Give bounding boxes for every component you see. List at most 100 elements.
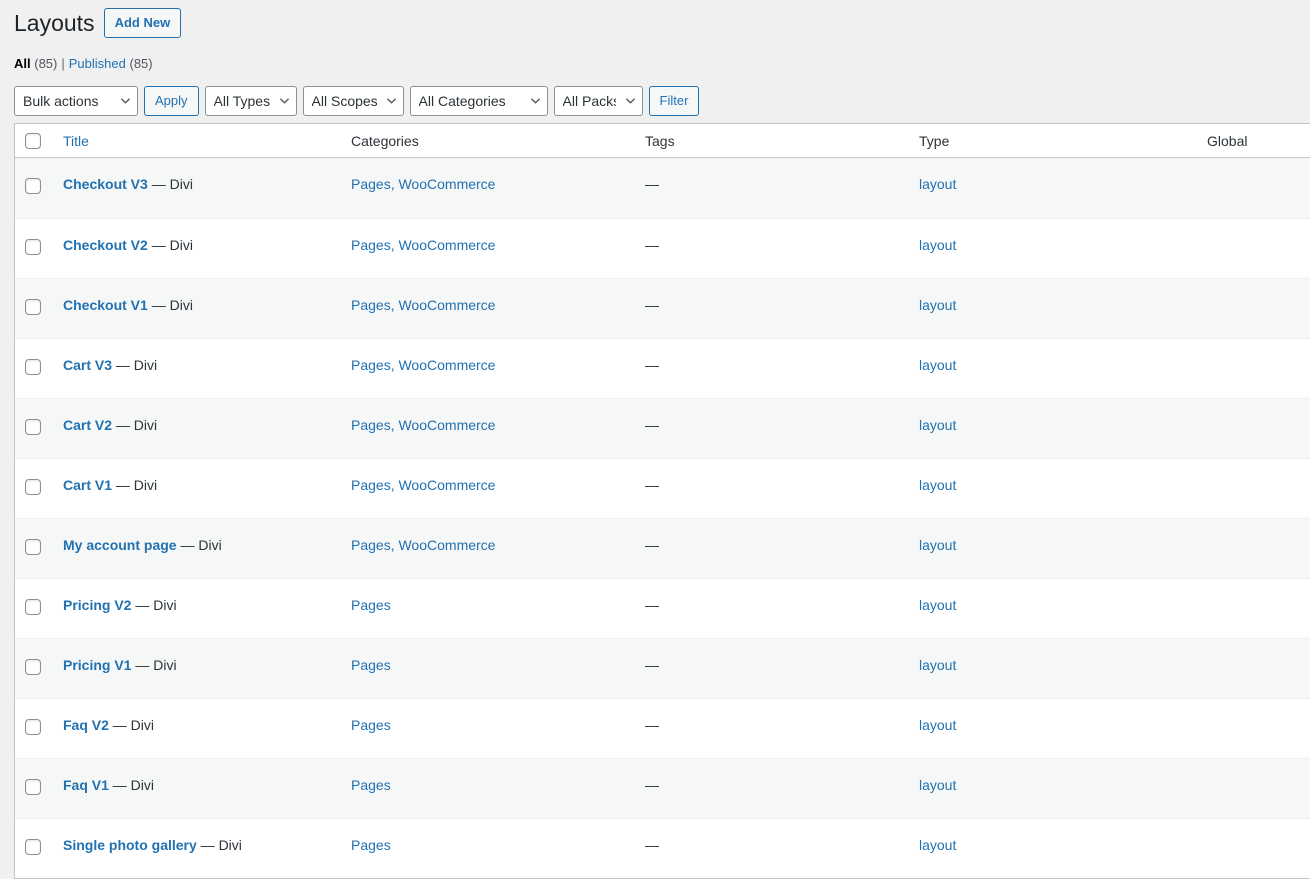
status-link-published[interactable]: Published (69, 56, 126, 71)
select-all-checkbox[interactable] (25, 133, 41, 149)
row-type-link[interactable]: layout (919, 537, 956, 553)
row-categories-link[interactable]: Pages, WooCommerce (351, 417, 495, 433)
row-type-cell: layout (909, 338, 1197, 398)
row-type-link[interactable]: layout (919, 176, 956, 192)
select-all-header (15, 124, 53, 158)
row-title-link[interactable]: Cart V3 (63, 357, 112, 373)
row-categories-link[interactable]: Pages, WooCommerce (351, 537, 495, 553)
row-global-cell (1197, 758, 1310, 818)
row-title-cell: Single photo gallery — Divi (53, 818, 341, 878)
row-categories-link[interactable]: Pages, WooCommerce (351, 176, 495, 192)
row-title-suffix: — Divi (148, 176, 193, 192)
row-select-checkbox[interactable] (25, 419, 41, 435)
row-title-cell: Faq V2 — Divi (53, 698, 341, 758)
row-categories-cell: Pages (341, 698, 635, 758)
row-title-link[interactable]: Cart V1 (63, 477, 112, 493)
row-title-suffix: — Divi (112, 417, 157, 433)
row-tags-cell: — (635, 638, 909, 698)
column-header-type: Type (909, 124, 1197, 158)
row-categories-link[interactable]: Pages (351, 717, 391, 733)
table-row: Checkout V3 — DiviPages, WooCommerce—lay… (15, 158, 1310, 218)
bulk-actions-select[interactable]: Bulk actions (14, 86, 138, 116)
row-categories-cell: Pages (341, 818, 635, 878)
filter-button[interactable]: Filter (649, 86, 700, 116)
row-select-cell (15, 518, 53, 578)
row-type-link[interactable]: layout (919, 357, 956, 373)
row-select-checkbox[interactable] (25, 839, 41, 855)
row-global-cell (1197, 698, 1310, 758)
row-categories-link[interactable]: Pages, WooCommerce (351, 477, 495, 493)
row-select-checkbox[interactable] (25, 779, 41, 795)
row-select-checkbox[interactable] (25, 599, 41, 615)
row-title-cell: My account page — Divi (53, 518, 341, 578)
row-title-link[interactable]: Faq V1 (63, 777, 109, 793)
row-type-cell: layout (909, 398, 1197, 458)
row-type-link[interactable]: layout (919, 477, 956, 493)
row-type-cell: layout (909, 278, 1197, 338)
row-categories-link[interactable]: Pages (351, 777, 391, 793)
row-select-checkbox[interactable] (25, 359, 41, 375)
row-type-link[interactable]: layout (919, 297, 956, 313)
add-new-button[interactable]: Add New (104, 8, 182, 38)
sort-title-link[interactable]: Title (63, 133, 89, 149)
table-row: Faq V2 — DiviPages—layout (15, 698, 1310, 758)
row-select-checkbox[interactable] (25, 239, 41, 255)
row-type-cell: layout (909, 218, 1197, 278)
row-categories-link[interactable]: Pages, WooCommerce (351, 357, 495, 373)
row-title-link[interactable]: My account page (63, 537, 177, 553)
packs-select[interactable]: All Packs (554, 86, 643, 116)
row-tags-cell: — (635, 758, 909, 818)
status-link-all-item: All (85) (14, 51, 57, 77)
table-row: Cart V2 — Divi Pages, WooCommerce — layout (15, 398, 1310, 458)
row-title-link[interactable]: Pricing V2 (63, 597, 131, 613)
row-select-checkbox[interactable] (25, 719, 41, 735)
status-link-separator: | (57, 56, 68, 71)
scopes-select[interactable]: All Scopes (303, 86, 404, 116)
apply-button[interactable]: Apply (144, 86, 199, 116)
row-title-link[interactable]: Checkout V2 (63, 237, 148, 253)
row-select-cell (15, 578, 53, 638)
row-type-link[interactable]: layout (919, 597, 956, 613)
row-title-link[interactable]: Checkout V3 (63, 176, 148, 192)
table-row: Pricing V1 — DiviPages—layout (15, 638, 1310, 698)
status-link-all[interactable]: All (14, 56, 31, 71)
table-row: Faq V1 — Divi Pages — layout (15, 758, 1310, 818)
table-row: Checkout V2 — DiviPages, WooCommerce—lay… (15, 218, 1310, 278)
bulk-actions-select-wrap: Bulk actions (14, 86, 138, 116)
row-title-link[interactable]: Checkout V1 (63, 297, 148, 313)
row-categories-link[interactable]: Pages, WooCommerce (351, 237, 495, 253)
row-tags-cell: — (635, 398, 909, 458)
row-title-link[interactable]: Pricing V1 (63, 657, 131, 673)
row-select-cell (15, 698, 53, 758)
row-tags-cell: — (635, 458, 909, 518)
categories-select[interactable]: All Categories (410, 86, 548, 116)
row-title-link[interactable]: Cart V2 (63, 417, 112, 433)
row-global-cell (1197, 398, 1310, 458)
row-select-checkbox[interactable] (25, 659, 41, 675)
row-select-checkbox[interactable] (25, 299, 41, 315)
row-type-cell: layout (909, 458, 1197, 518)
types-select[interactable]: All Types (205, 86, 297, 116)
page-title: Layouts (14, 9, 104, 39)
row-tags-cell: — (635, 578, 909, 638)
row-type-link[interactable]: layout (919, 237, 956, 253)
row-type-link[interactable]: layout (919, 657, 956, 673)
row-type-link[interactable]: layout (919, 417, 956, 433)
row-global-cell (1197, 338, 1310, 398)
row-title-cell: Faq V1 — Divi (53, 758, 341, 818)
row-select-cell (15, 758, 53, 818)
row-select-checkbox[interactable] (25, 539, 41, 555)
row-global-cell (1197, 278, 1310, 338)
row-title-link[interactable]: Faq V2 (63, 717, 109, 733)
row-categories-link[interactable]: Pages, WooCommerce (351, 297, 495, 313)
row-type-link[interactable]: layout (919, 717, 956, 733)
row-categories-link[interactable]: Pages (351, 597, 391, 613)
row-type-link[interactable]: layout (919, 777, 956, 793)
row-select-checkbox[interactable] (25, 178, 41, 194)
row-global-cell (1197, 218, 1310, 278)
row-categories-cell: Pages, WooCommerce (341, 158, 635, 218)
row-select-checkbox[interactable] (25, 479, 41, 495)
row-categories-link[interactable]: Pages (351, 657, 391, 673)
table-header-row: Title Categories Tags Type Global (15, 124, 1310, 158)
row-title-suffix: — Divi (109, 717, 154, 733)
